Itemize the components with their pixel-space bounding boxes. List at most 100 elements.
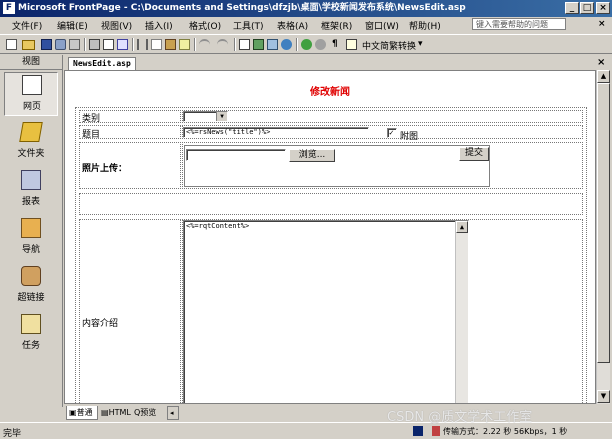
- view-reports-label: 报表: [21, 197, 40, 207]
- view-folders[interactable]: 文件夹: [4, 120, 58, 164]
- tab-preview[interactable]: Q预览: [132, 406, 164, 420]
- publish-icon[interactable]: [55, 39, 66, 50]
- table-cell: [79, 219, 181, 403]
- hourglass-icon: [432, 426, 440, 436]
- content-text: <%=rqtContent%>: [186, 222, 250, 230]
- normal-view-icon: ▣: [69, 408, 77, 417]
- title-input[interactable]: <%=rsNews("title")%>: [183, 127, 369, 138]
- reports-icon: [21, 170, 41, 190]
- open-icon[interactable]: [22, 40, 35, 50]
- spelling-icon[interactable]: [117, 39, 128, 50]
- scroll-thumb[interactable]: [597, 83, 610, 363]
- undo-icon[interactable]: [199, 39, 210, 50]
- hyperlinks-icon: [21, 266, 41, 286]
- tab-normal[interactable]: ▣普通: [66, 406, 98, 420]
- views-panel: 视图 网页 文件夹 报表 导航 超链接 任务: [0, 55, 63, 407]
- menu-table[interactable]: 表格(A): [277, 19, 308, 32]
- web-component-icon[interactable]: [69, 39, 80, 50]
- redo-icon[interactable]: [217, 39, 228, 50]
- document-tabs: NewsEdit.asp: [64, 56, 612, 70]
- scroll-up-icon[interactable]: ▲: [597, 70, 610, 83]
- tab-scroll-left-icon[interactable]: ◂: [167, 406, 179, 420]
- minimize-button[interactable]: _: [565, 2, 579, 14]
- restore-button[interactable]: □: [580, 2, 594, 14]
- view-navigation[interactable]: 导航: [4, 216, 58, 260]
- page-editor[interactable]: 修改新闻 类别 ▼ 题目 <%=rsNews("title")%> ✓ 附图 照…: [64, 70, 596, 404]
- page-icon: [22, 75, 42, 95]
- frontpage-icon: F: [3, 2, 15, 14]
- menu-edit[interactable]: 编辑(E): [57, 19, 88, 32]
- menu-insert[interactable]: 插入(I): [145, 19, 173, 32]
- paste-icon[interactable]: [165, 39, 176, 50]
- menu-format[interactable]: 格式(O): [189, 19, 221, 32]
- cut-icon[interactable]: [137, 39, 148, 50]
- view-hyperlinks-label: 超链接: [17, 293, 45, 303]
- tab-html-label: HTML: [108, 408, 131, 417]
- editor-scrollbar[interactable]: ▲ ▼: [596, 70, 610, 404]
- submit-button[interactable]: 提交: [459, 147, 489, 161]
- menu-window[interactable]: 窗口(W): [365, 19, 399, 32]
- standard-toolbar: ¶ 中文简繁转换 ▾: [0, 34, 612, 54]
- menu-file[interactable]: 文件(F): [12, 19, 42, 32]
- menu-tools[interactable]: 工具(T): [233, 19, 264, 32]
- close-button[interactable]: ×: [596, 2, 610, 14]
- tab-newsedit[interactable]: NewsEdit.asp: [68, 57, 136, 70]
- chevron-down-icon[interactable]: ▾: [418, 39, 423, 49]
- paragraph-icon[interactable]: ¶: [332, 39, 338, 49]
- view-folders-label: 文件夹: [17, 149, 45, 159]
- menu-view[interactable]: 视图(V): [101, 19, 132, 32]
- preview-icon[interactable]: [103, 39, 114, 50]
- navigation-icon: [21, 218, 41, 238]
- content-textarea[interactable]: <%=rqtContent%> ▲: [183, 220, 469, 403]
- tab-normal-label: 普通: [76, 408, 93, 417]
- scroll-down-icon[interactable]: ▼: [597, 390, 610, 403]
- view-tasks-label: 任务: [21, 341, 40, 351]
- tab-html[interactable]: ▤HTML: [99, 406, 131, 420]
- folder-icon: [19, 122, 43, 142]
- browse-button[interactable]: 浏览...: [289, 149, 335, 162]
- menu-help[interactable]: 帮助(H): [409, 19, 441, 32]
- watermark: CSDN @质文学术工作室: [387, 410, 533, 425]
- photo-upload-label: 照片上传：: [82, 164, 128, 174]
- view-tasks[interactable]: 任务: [4, 312, 58, 356]
- view-reports[interactable]: 报表: [4, 168, 58, 212]
- view-hyperlinks[interactable]: 超链接: [4, 264, 58, 308]
- view-page-label: 网页: [22, 102, 41, 112]
- category-label: 类别: [82, 114, 101, 124]
- close-icon[interactable]: ×: [597, 57, 605, 68]
- document-close-icon[interactable]: ×: [598, 19, 606, 29]
- views-header: 视图: [0, 55, 62, 70]
- view-page[interactable]: 网页: [4, 72, 58, 116]
- picture-icon[interactable]: [253, 39, 264, 50]
- menu-frames[interactable]: 框架(R): [321, 19, 352, 32]
- new-icon[interactable]: [6, 39, 17, 50]
- title-label: 题目: [82, 130, 101, 140]
- help-icon[interactable]: [346, 39, 357, 50]
- stop-icon[interactable]: [315, 39, 326, 50]
- table-row: [79, 193, 583, 215]
- print-icon[interactable]: [89, 39, 100, 50]
- chevron-down-icon[interactable]: ▼: [216, 112, 227, 121]
- file-path-input[interactable]: [186, 149, 286, 161]
- view-navigation-label: 导航: [21, 245, 40, 255]
- tasks-icon: [21, 314, 41, 334]
- content-label: 内容介绍: [82, 319, 119, 329]
- scroll-up-icon[interactable]: ▲: [456, 221, 468, 233]
- textarea-scrollbar[interactable]: ▲: [455, 221, 468, 403]
- hyperlink-icon[interactable]: [281, 39, 292, 50]
- attach-checkbox[interactable]: ✓: [387, 128, 397, 138]
- save-icon[interactable]: [41, 39, 52, 50]
- table-icon[interactable]: [239, 39, 250, 50]
- html-view-icon: ▤: [101, 408, 109, 417]
- chart-icon[interactable]: [267, 39, 278, 50]
- help-search-input[interactable]: 键入需要帮助的问题: [472, 18, 566, 30]
- chinese-conversion-button[interactable]: 中文简繁转换: [362, 39, 416, 52]
- category-select[interactable]: ▼: [183, 111, 228, 122]
- window-title: Microsoft FrontPage - C:\Documents and S…: [18, 3, 466, 13]
- format-painter-icon[interactable]: [179, 39, 190, 50]
- title-bar: F Microsoft FrontPage - C:\Documents and…: [0, 0, 612, 17]
- refresh-icon[interactable]: [301, 39, 312, 50]
- copy-icon[interactable]: [151, 39, 162, 50]
- page-title: 修改新闻: [310, 87, 350, 98]
- attach-label: 附图: [400, 132, 419, 142]
